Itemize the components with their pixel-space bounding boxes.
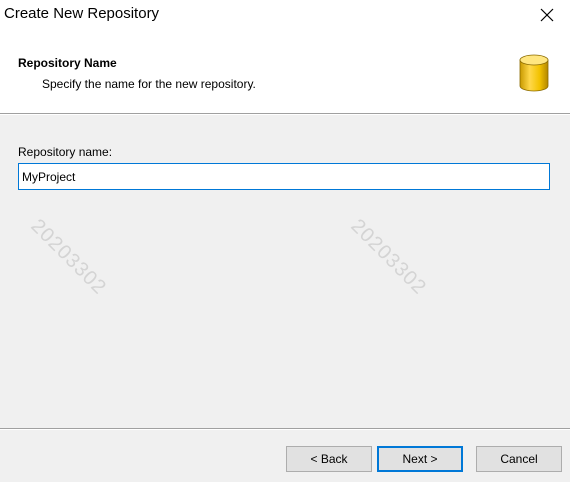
repository-name-label: Repository name: (18, 145, 113, 159)
close-icon (540, 8, 554, 22)
watermark-text: 20203302 (346, 215, 431, 300)
back-button[interactable]: < Back (286, 446, 372, 472)
header-divider-highlight (0, 114, 570, 115)
footer-divider-highlight (0, 429, 570, 430)
title-bar: Create New Repository (0, 0, 570, 30)
close-button[interactable] (524, 0, 570, 30)
database-icon (519, 54, 549, 92)
step-title: Repository Name (18, 56, 117, 70)
step-subtitle: Specify the name for the new repository. (42, 77, 256, 91)
wizard-header: Repository Name Specify the name for the… (0, 30, 570, 113)
repository-name-input[interactable] (18, 163, 550, 190)
window-title: Create New Repository (4, 5, 160, 22)
next-button[interactable]: Next > (377, 446, 463, 472)
watermark-text: 20203302 (26, 215, 111, 300)
create-repository-dialog: Create New Repository Repository Name Sp… (0, 0, 570, 482)
cancel-button[interactable]: Cancel (476, 446, 562, 472)
